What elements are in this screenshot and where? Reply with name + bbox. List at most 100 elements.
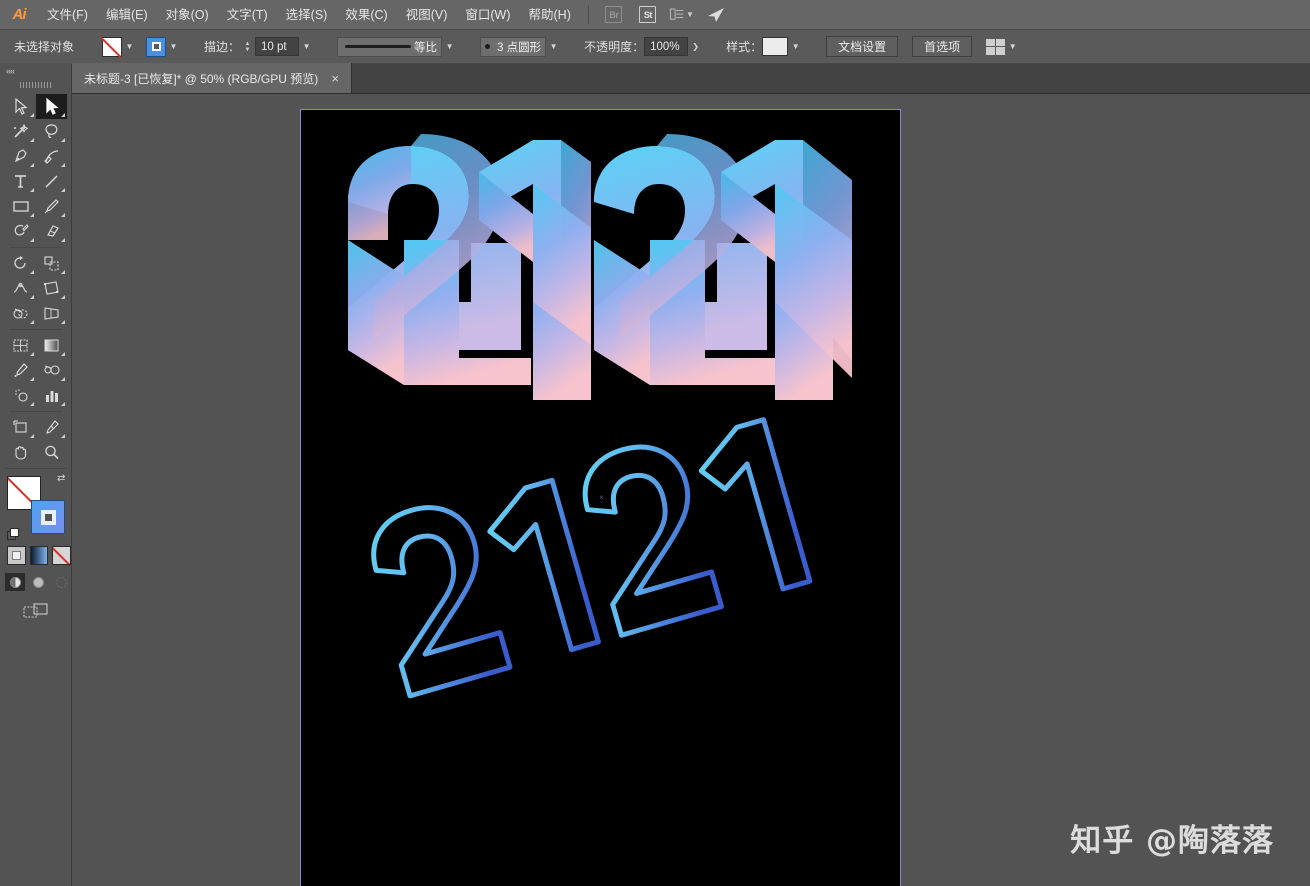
color-mode-gradient-icon[interactable] bbox=[29, 546, 49, 565]
tool-rotate[interactable] bbox=[5, 251, 36, 276]
tools-panel-grip[interactable] bbox=[0, 78, 71, 92]
style-swatch[interactable] bbox=[762, 37, 789, 56]
workspace-switcher-icon[interactable]: ▼ bbox=[669, 4, 694, 26]
fill-control[interactable]: ▼ bbox=[102, 36, 137, 57]
stroke-profile-control[interactable]: 等比 ▼ bbox=[337, 36, 457, 57]
stroke-weight-stepper[interactable]: ▲ ▼ bbox=[242, 37, 253, 57]
tool-width[interactable] bbox=[5, 276, 36, 301]
stroke-profile-chevron-icon[interactable]: ▼ bbox=[442, 37, 457, 57]
tool-direct-selection[interactable] bbox=[36, 94, 67, 119]
tool-line-segment[interactable] bbox=[36, 169, 67, 194]
preferences-button[interactable]: 首选项 bbox=[912, 36, 973, 57]
tool-curvature[interactable] bbox=[36, 144, 67, 169]
style-control[interactable]: 样式： ▼ bbox=[726, 37, 803, 57]
center-anchor-icon: × bbox=[599, 493, 604, 502]
bridge-glyph: Br bbox=[605, 6, 623, 23]
opacity-control[interactable]: 不透明度： 100% ❯ bbox=[584, 37, 703, 57]
draw-mode-buttons bbox=[5, 573, 71, 591]
tools-divider-2 bbox=[10, 329, 62, 330]
color-mode-none-icon[interactable] bbox=[52, 546, 72, 565]
control-bar: 未选择对象 ▼ ▼ 描边： ▲ ▼ 10 pt ▼ 等比 ▼ 3 点圆形 ▼ 不… bbox=[0, 30, 1310, 64]
tool-column-graph[interactable] bbox=[36, 383, 67, 408]
brush-definition-control[interactable]: 3 点圆形 ▼ bbox=[480, 36, 561, 57]
menu-effect[interactable]: 效果(C) bbox=[336, 0, 396, 30]
menu-edit[interactable]: 编辑(E) bbox=[97, 0, 157, 30]
stroke-color-box[interactable] bbox=[31, 500, 65, 534]
menu-file[interactable]: 文件(F) bbox=[38, 0, 97, 30]
menu-select[interactable]: 选择(S) bbox=[277, 0, 337, 30]
app-logo-icon: Ai bbox=[12, 6, 27, 23]
tool-artboard[interactable] bbox=[5, 415, 36, 440]
color-mode-color-icon[interactable] bbox=[7, 546, 26, 565]
stroke-dropdown-chevron-icon[interactable]: ▼ bbox=[166, 37, 181, 57]
screen-mode-icon bbox=[22, 603, 48, 618]
document-tab[interactable]: 未标题-3 [已恢复]* @ 50% (RGB/GPU 预览) × bbox=[72, 63, 353, 93]
tool-hand[interactable] bbox=[5, 440, 36, 465]
tool-slice[interactable] bbox=[36, 415, 67, 440]
menu-type[interactable]: 文字(T) bbox=[218, 0, 277, 30]
tool-shape-builder[interactable] bbox=[5, 301, 36, 326]
bridge-icon[interactable]: Br bbox=[602, 4, 626, 26]
stroke-profile-preview-icon bbox=[342, 37, 414, 57]
brush-definition-combo[interactable]: 3 点圆形 bbox=[480, 36, 547, 57]
default-fill-stroke-icon[interactable] bbox=[7, 528, 21, 542]
tool-free-transform[interactable] bbox=[36, 276, 67, 301]
canvas-area[interactable]: × 知乎 @陶落落 bbox=[72, 94, 1310, 886]
swap-fill-stroke-icon[interactable]: ⇄ bbox=[57, 473, 71, 487]
stroke-weight-label: 描边： bbox=[204, 40, 241, 54]
tools-divider-4 bbox=[5, 468, 67, 469]
tool-pen[interactable] bbox=[5, 144, 36, 169]
opacity-chevron-icon[interactable]: ❯ bbox=[688, 37, 703, 57]
tool-gradient[interactable] bbox=[36, 333, 67, 358]
stroke-weight-chevron-icon[interactable]: ▼ bbox=[299, 37, 314, 57]
stroke-weight-input[interactable]: 10 pt bbox=[255, 37, 300, 56]
tool-lasso[interactable] bbox=[36, 119, 67, 144]
tool-symbol-sprayer[interactable] bbox=[5, 383, 36, 408]
adobe-stock-icon[interactable]: St bbox=[636, 4, 660, 26]
menu-view[interactable]: 视图(V) bbox=[397, 0, 457, 30]
brush-definition-chevron-icon[interactable]: ▼ bbox=[546, 37, 561, 57]
menu-object[interactable]: 对象(O) bbox=[157, 0, 218, 30]
tool-mesh[interactable] bbox=[5, 333, 36, 358]
share-icon[interactable] bbox=[704, 4, 728, 26]
menu-bar: Ai 文件(F) 编辑(E) 对象(O) 文字(T) 选择(S) 效果(C) 视… bbox=[0, 0, 1310, 30]
tool-shaper[interactable] bbox=[5, 219, 36, 244]
tool-zoom[interactable] bbox=[36, 440, 67, 465]
stroke-color-control[interactable]: ▼ bbox=[146, 36, 181, 57]
share-glyph bbox=[707, 7, 724, 22]
close-icon[interactable]: × bbox=[329, 72, 341, 85]
menu-help[interactable]: 帮助(H) bbox=[520, 0, 580, 30]
menubar-divider bbox=[587, 5, 589, 24]
tool-type[interactable] bbox=[5, 169, 36, 194]
tool-paintbrush[interactable] bbox=[36, 194, 67, 219]
tool-rectangle[interactable] bbox=[5, 194, 36, 219]
align-chevron-icon[interactable]: ▼ bbox=[1005, 37, 1020, 57]
stroke-weight-control[interactable]: 描边： ▲ ▼ 10 pt ▼ bbox=[204, 37, 314, 57]
tool-blend[interactable] bbox=[36, 358, 67, 383]
align-control[interactable]: ▼ bbox=[986, 37, 1020, 57]
opacity-input[interactable]: 100% bbox=[644, 37, 689, 56]
fill-swatch[interactable] bbox=[102, 36, 123, 57]
fill-dropdown-chevron-icon[interactable]: ▼ bbox=[122, 37, 137, 57]
outline-digit-2a bbox=[371, 505, 513, 699]
draw-normal-icon[interactable] bbox=[5, 573, 25, 591]
draw-behind-icon[interactable] bbox=[28, 573, 48, 591]
tool-perspective-grid[interactable] bbox=[36, 301, 67, 326]
chevron-down-icon: ▼ bbox=[685, 10, 694, 19]
tools-grid bbox=[0, 92, 72, 465]
tool-eyedropper[interactable] bbox=[5, 358, 36, 383]
artboard[interactable]: × bbox=[301, 110, 900, 886]
tool-eraser[interactable] bbox=[36, 219, 67, 244]
document-setup-button[interactable]: 文档设置 bbox=[826, 36, 899, 57]
menu-window[interactable]: 窗口(W) bbox=[456, 0, 519, 30]
draw-inside-icon[interactable] bbox=[51, 573, 71, 591]
tool-scale[interactable] bbox=[36, 251, 67, 276]
screen-mode-button[interactable] bbox=[0, 603, 71, 620]
style-chevron-icon[interactable]: ▼ bbox=[788, 37, 803, 57]
tools-panel-collapse[interactable]: «« bbox=[0, 64, 71, 78]
tools-divider bbox=[10, 247, 62, 248]
tool-selection[interactable] bbox=[5, 94, 36, 119]
stroke-swatch[interactable] bbox=[146, 36, 167, 57]
tool-magic-wand[interactable] bbox=[5, 119, 36, 144]
stroke-profile-combo[interactable]: 等比 bbox=[337, 36, 443, 57]
